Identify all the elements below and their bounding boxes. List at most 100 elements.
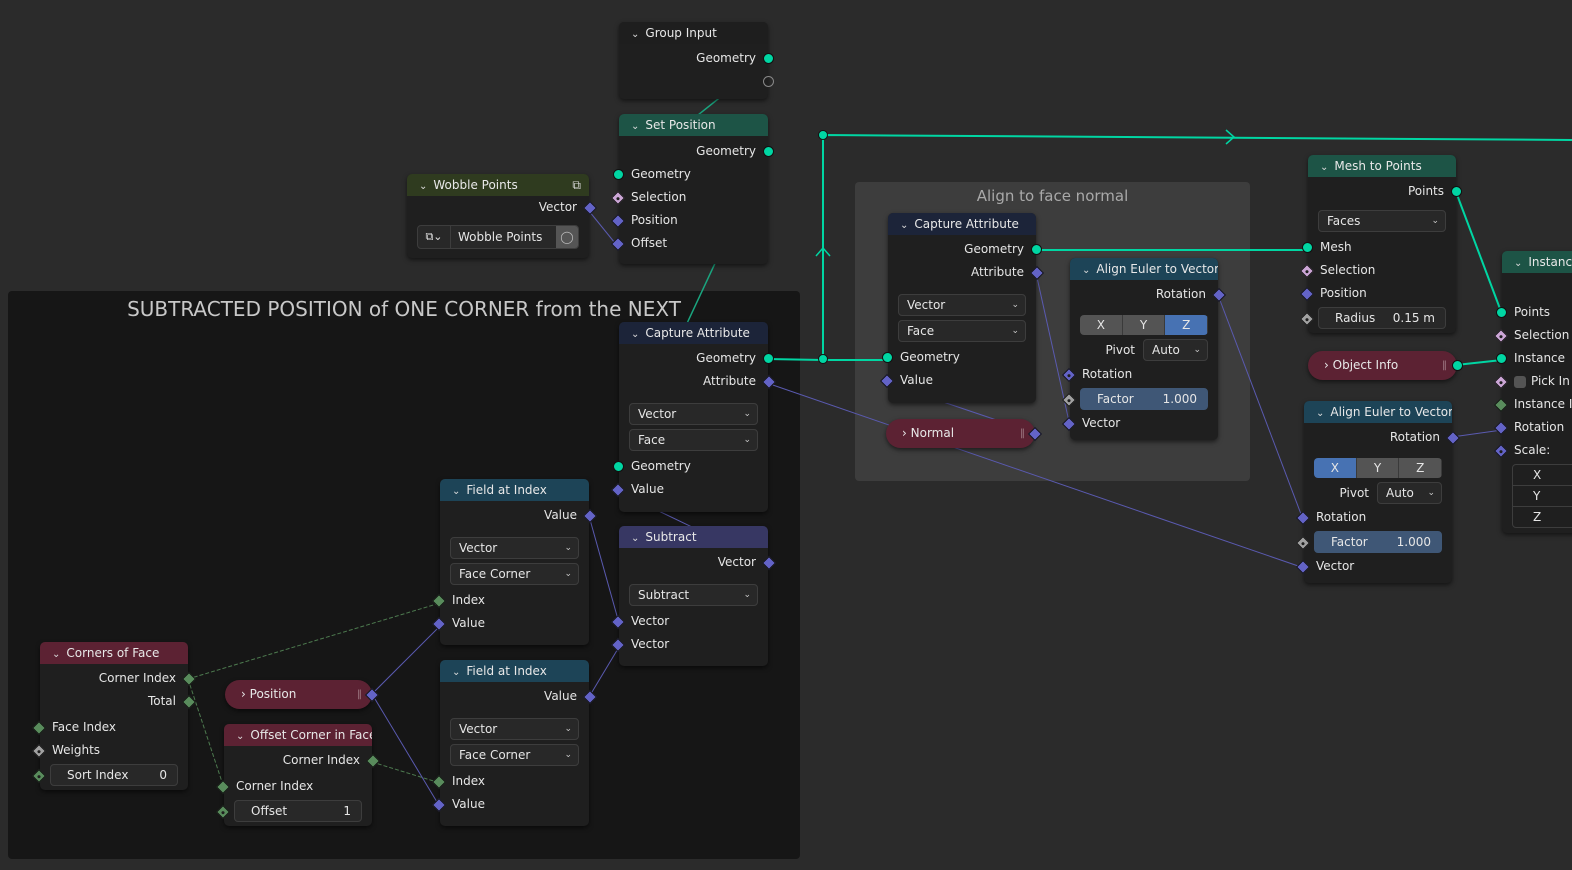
integer-socket[interactable]	[1493, 397, 1509, 413]
axis-z-button[interactable]: Z	[1165, 315, 1208, 335]
chevron-down-icon[interactable]: ⌄	[1514, 253, 1522, 273]
pick-instance-checkbox[interactable]	[1514, 375, 1526, 388]
vector-socket[interactable]	[1493, 420, 1509, 436]
chevron-down-icon[interactable]: ⌄	[1316, 403, 1324, 423]
node-align-euler-to-vector[interactable]: ⌄ Align Euler to Vector Rotation X Y Z Pi…	[1295, 401, 1461, 583]
node-field-at-index[interactable]: ⌄ Field at Index Value Vector ⌄ Face Corne…	[431, 660, 598, 826]
node-header[interactable]: ⌄ Set Position	[619, 114, 768, 136]
node-object-info-collapsed[interactable]: › Object Info ‖	[1308, 351, 1463, 380]
node-set-position[interactable]: ⌄ Set Position Geometry Geometry Selectio…	[610, 114, 774, 264]
node-header[interactable]: ⌄ Align Euler to Vector	[1304, 401, 1452, 423]
node-capture-attribute[interactable]: ⌄ Capture Attribute Geometry Attribute Ve…	[610, 322, 777, 512]
geometry-socket[interactable]	[1496, 353, 1507, 364]
node-align-euler-to-vector[interactable]: ⌄ Align Euler to Vector Rotation X Y Z Pi…	[1061, 258, 1227, 440]
chevron-right-icon[interactable]: ›	[902, 426, 907, 440]
axis-x-button[interactable]: X	[1080, 315, 1123, 335]
boolean-socket[interactable]	[610, 190, 626, 206]
vector-socket[interactable]	[1295, 510, 1311, 526]
chevron-down-icon[interactable]: ⌄	[631, 528, 639, 548]
data-type-dropdown[interactable]: Vector ⌄	[450, 537, 579, 559]
domain-dropdown[interactable]: Face Corner ⌄	[450, 563, 579, 585]
pivot-dropdown[interactable]: Auto ⌄	[1143, 339, 1208, 361]
vector-socket[interactable]	[610, 213, 626, 229]
chevron-down-icon[interactable]: ⌄	[1320, 157, 1328, 177]
node-corners-of-face[interactable]: ⌄ Corners of Face Corner Index Total Face…	[31, 642, 197, 790]
scale-z-field[interactable]: Z	[1513, 507, 1572, 527]
chevron-down-icon[interactable]: ⌄	[419, 176, 427, 196]
node-mesh-to-points[interactable]: ⌄ Mesh to Points Points Faces ⌄ Mesh Selec…	[1299, 155, 1462, 333]
node-header[interactable]: ⌄ Align Euler to Vector	[1070, 258, 1218, 280]
offset-field[interactable]: Offset 1	[234, 800, 362, 822]
operation-dropdown[interactable]: Subtract ⌄	[629, 584, 758, 606]
node-field-at-index[interactable]: ⌄ Field at Index Value Vector ⌄ Face Corne…	[431, 479, 598, 645]
geometry-socket[interactable]	[613, 461, 624, 472]
node-header[interactable]: ⌄ Field at Index	[440, 479, 589, 501]
chevron-down-icon[interactable]: ⌄	[236, 726, 244, 746]
vector-socket[interactable]	[1299, 286, 1315, 302]
node-header[interactable]: ⌄ Mesh to Points	[1308, 155, 1456, 177]
node-header[interactable]: ⌄ Instanc	[1502, 251, 1572, 273]
node-group-input[interactable]: ⌄ Group Input Geometry	[619, 22, 774, 99]
node-header[interactable]: ⌄ Corners of Face	[40, 642, 188, 664]
group-selector[interactable]: ⧉⌄ Wobble Points ◯	[417, 225, 579, 249]
boolean-socket[interactable]	[1493, 374, 1509, 390]
node-header[interactable]: ⌄ Capture Attribute	[888, 213, 1036, 235]
geometry-socket[interactable]	[763, 53, 774, 64]
data-type-dropdown[interactable]: Vector ⌄	[898, 294, 1026, 316]
domain-dropdown[interactable]: Face ⌄	[898, 320, 1026, 342]
axis-y-button[interactable]: Y	[1122, 315, 1166, 335]
chevron-down-icon[interactable]: ⌄	[52, 644, 60, 664]
scale-y-field[interactable]: Y	[1513, 486, 1572, 507]
sort-index-field[interactable]: Sort Index 0	[50, 764, 178, 786]
boolean-socket[interactable]	[1299, 263, 1315, 279]
data-type-dropdown[interactable]: Vector ⌄	[450, 718, 579, 740]
chevron-down-icon[interactable]: ⌄	[452, 662, 460, 682]
node-normal-collapsed[interactable]: › Normal ‖	[886, 419, 1043, 448]
empty-socket[interactable]	[763, 76, 774, 87]
geometry-socket[interactable]	[1302, 242, 1313, 253]
chevron-down-icon[interactable]: ⌄	[631, 24, 639, 44]
chevron-down-icon[interactable]: ⌄	[900, 215, 908, 235]
geometry-socket[interactable]	[763, 353, 774, 364]
node-header[interactable]: ⌄ Offset Corner in Face	[224, 724, 372, 746]
chevron-down-icon[interactable]: ⌄	[1082, 260, 1090, 280]
node-vector-math-subtract[interactable]: ⌄ Subtract Vector Subtract ⌄ Vector Vector	[610, 526, 777, 666]
vector-socket[interactable]	[1493, 443, 1509, 459]
node-capture-attribute[interactable]: ⌄ Capture Attribute Geometry Attribute Ve…	[879, 213, 1045, 403]
domain-dropdown[interactable]: Face ⌄	[629, 429, 758, 451]
node-header[interactable]: ⌄ Capture Attribute	[619, 322, 768, 344]
node-header[interactable]: ⌄ Subtract	[619, 526, 768, 548]
fake-user-shield-icon[interactable]: ◯	[556, 226, 578, 248]
axis-x-button[interactable]: X	[1314, 458, 1357, 478]
chevron-down-icon[interactable]: ⌄	[631, 116, 639, 136]
data-type-dropdown[interactable]: Vector ⌄	[629, 403, 758, 425]
geometry-socket[interactable]	[882, 352, 893, 363]
chevron-right-icon[interactable]: ›	[241, 687, 246, 701]
geometry-socket[interactable]	[1496, 307, 1507, 318]
factor-field[interactable]: Factor 1.000	[1314, 531, 1442, 553]
node-header[interactable]: ⌄ Wobble Points ⧉	[407, 174, 589, 196]
chevron-right-icon[interactable]: ›	[1324, 358, 1329, 372]
vector-socket[interactable]	[582, 200, 598, 216]
node-header[interactable]: ⌄ Field at Index	[440, 660, 589, 682]
node-instance-on-points[interactable]: ⌄ Instanc Points Selection Instance Pick …	[1493, 251, 1572, 533]
node-group-dropdown-icon[interactable]: ⧉⌄	[418, 226, 451, 248]
factor-field[interactable]: Factor 1.000	[1080, 388, 1208, 410]
vector-socket[interactable]	[1445, 430, 1461, 446]
scale-x-field[interactable]: X	[1513, 465, 1572, 486]
chevron-down-icon[interactable]: ⌄	[631, 324, 639, 344]
chevron-down-icon[interactable]: ⌄	[452, 481, 460, 501]
vector-socket[interactable]	[1295, 559, 1311, 575]
node-position-collapsed[interactable]: › Position ‖	[225, 680, 380, 709]
geometry-socket[interactable]	[1031, 244, 1042, 255]
group-name-field[interactable]: Wobble Points	[451, 226, 556, 248]
radius-field[interactable]: Radius 0.15 m	[1318, 307, 1446, 329]
mode-dropdown[interactable]: Faces ⌄	[1318, 210, 1446, 232]
node-wobble-points[interactable]: ⌄ Wobble Points ⧉ Vector ⧉⌄ Wobble Points …	[407, 174, 598, 258]
float-socket[interactable]	[1299, 311, 1315, 327]
node-offset-corner-in-face[interactable]: ⌄ Offset Corner in Face Corner Index Corn…	[215, 724, 381, 826]
axis-z-button[interactable]: Z	[1399, 458, 1442, 478]
geometry-socket[interactable]	[1452, 360, 1463, 371]
axis-y-button[interactable]: Y	[1356, 458, 1400, 478]
vector-socket[interactable]	[610, 236, 626, 252]
